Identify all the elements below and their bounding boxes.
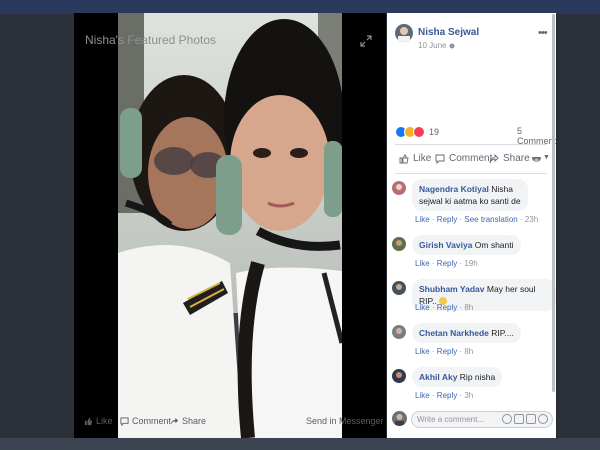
- reactions-summary[interactable]: 19: [395, 126, 439, 138]
- comment-bubble: Girish Vaviya Om shanti: [412, 235, 521, 255]
- user-avatar: [532, 153, 541, 162]
- comment-icon: [120, 416, 129, 426]
- sticker-icon[interactable]: [538, 414, 548, 424]
- composer-icons: [502, 414, 548, 424]
- gif-icon[interactable]: [526, 414, 536, 424]
- comment-like-link[interactable]: Like: [415, 391, 430, 400]
- comment-reply-link[interactable]: Reply: [437, 347, 457, 356]
- comment-bubble: Nagendra Kotiyal Nisha sejwal ki aatma k…: [412, 179, 528, 211]
- comment-meta: Like · Reply · 8h: [415, 347, 474, 356]
- comment-meta: Like · Reply · See translation · 23h: [415, 215, 539, 224]
- share-icon: [489, 153, 499, 163]
- comment-text: Rip nisha: [459, 372, 496, 382]
- comment-button[interactable]: Comment: [435, 153, 492, 164]
- comment-reply-link[interactable]: Reply: [437, 259, 457, 268]
- post-date[interactable]: 10 June: [418, 41, 456, 50]
- commenter-avatar[interactable]: [392, 369, 406, 383]
- camera-icon[interactable]: [514, 414, 524, 424]
- comment-input[interactable]: Write a comment...: [411, 411, 553, 428]
- commenter-avatar[interactable]: [392, 281, 406, 295]
- comment-input-placeholder: Write a comment...: [417, 415, 484, 424]
- comment-icon: [435, 154, 445, 164]
- comment-like-link[interactable]: Like: [415, 347, 430, 356]
- comment-label: Comment: [449, 153, 493, 164]
- comment-reply-link[interactable]: Reply: [437, 303, 457, 312]
- chevron-down-icon: ▼: [543, 154, 550, 161]
- commenter-avatar[interactable]: [392, 181, 406, 195]
- commenter-avatar[interactable]: [392, 325, 406, 339]
- comments-panel: Nisha Sejwal 10 June ••• 19 5 Comments L…: [387, 13, 556, 438]
- commenter-name[interactable]: Nagendra Kotiyal: [419, 184, 489, 194]
- comment-item: Chetan Narkhede RIP.... Like · Reply · 8…: [387, 323, 556, 367]
- comment-item: Girish Vaviya Om shanti Like · Reply · 1…: [387, 235, 556, 279]
- viewer-like-button[interactable]: Like: [84, 416, 113, 426]
- comment-item: Akhil Aky Rip nisha Like · Reply · 3h: [387, 367, 556, 411]
- featured-photo: [118, 13, 342, 438]
- comment-time[interactable]: 19h: [464, 259, 477, 268]
- viewer-like-label: Like: [96, 416, 113, 426]
- comment-meta: Like · Reply · 19h: [415, 259, 478, 268]
- comment-like-link[interactable]: Like: [415, 215, 430, 224]
- viewer-actions-bar: Like Comment Share Send in Messenger: [74, 413, 386, 433]
- divider: [395, 144, 547, 145]
- share-icon: [170, 417, 179, 425]
- comment-text: Om shanti: [474, 240, 514, 250]
- comment-reply-link[interactable]: Reply: [437, 215, 457, 224]
- viewer-title: Nisha's Featured Photos: [85, 33, 217, 47]
- author-avatar[interactable]: [395, 24, 413, 42]
- comment-time[interactable]: 8h: [464, 347, 473, 356]
- viewer-comment-button[interactable]: Comment: [120, 416, 171, 426]
- photo-viewer: Nisha's Featured Photos Like Comment Sha…: [74, 13, 386, 438]
- comments-scrollbar[interactable]: [552, 14, 555, 392]
- emoji-icon[interactable]: [502, 414, 512, 424]
- more-options-icon[interactable]: •••: [538, 27, 548, 39]
- facebook-top-bar: [0, 0, 600, 14]
- viewer-messenger-button[interactable]: Send in Messenger: [306, 416, 384, 426]
- share-label: Share: [503, 153, 530, 164]
- share-button[interactable]: Share: [489, 153, 530, 164]
- comment-meta: Like · Reply · 3h: [415, 391, 474, 400]
- comment-time[interactable]: 23h: [525, 215, 538, 224]
- reaction-count: 19: [429, 127, 440, 137]
- commenter-name[interactable]: Akhil Aky: [419, 372, 457, 382]
- like-label: Like: [413, 153, 432, 164]
- comment-time[interactable]: 3h: [464, 391, 473, 400]
- comment-bubble: Akhil Aky Rip nisha: [412, 367, 503, 387]
- share-as-selector[interactable]: ▼: [532, 153, 550, 162]
- comment-reply-link[interactable]: Reply: [437, 391, 457, 400]
- viewer-comment-label: Comment: [132, 416, 172, 426]
- dimmed-page-right: [557, 14, 600, 438]
- commenter-name[interactable]: Chetan Narkhede: [419, 328, 489, 338]
- divider: [395, 173, 547, 174]
- comment-time[interactable]: 8h: [464, 303, 473, 312]
- see-translation-link[interactable]: See translation: [464, 215, 517, 224]
- viewer-messenger-label: Send in Messenger: [306, 416, 384, 426]
- user-avatar: [392, 411, 407, 426]
- expand-icon[interactable]: [360, 35, 372, 47]
- comment-item: Nagendra Kotiyal Nisha sejwal ki aatma k…: [387, 179, 556, 224]
- comment-like-link[interactable]: Like: [415, 303, 430, 312]
- viewer-share-button[interactable]: Share: [170, 416, 206, 426]
- commenter-avatar[interactable]: [392, 237, 406, 251]
- comment-text: RIP....: [491, 328, 514, 338]
- comment-item: Shubham Yadav May her soul RIP.. Like · …: [387, 279, 556, 323]
- comment-composer: Write a comment...: [387, 407, 556, 438]
- dimmed-page-left: [0, 14, 74, 438]
- post-author-name[interactable]: Nisha Sejwal: [418, 27, 479, 38]
- viewer-share-label: Share: [182, 416, 207, 426]
- thumbs-up-icon: [399, 154, 409, 163]
- commenter-name[interactable]: Shubham Yadav: [419, 284, 485, 294]
- comment-count-link[interactable]: 5 Comments: [517, 126, 556, 146]
- comment-meta: Like · Reply · 8h: [415, 303, 474, 312]
- post-date-text: 10 June: [418, 41, 447, 50]
- comment-like-link[interactable]: Like: [415, 259, 430, 268]
- globe-icon: [449, 42, 456, 49]
- like-button[interactable]: Like: [399, 153, 431, 164]
- comment-bubble: Chetan Narkhede RIP....: [412, 323, 521, 343]
- thumbs-up-icon: [84, 417, 93, 425]
- dimmed-page-bottom: [0, 438, 600, 450]
- commenter-name[interactable]: Girish Vaviya: [419, 240, 472, 250]
- love-reaction-icon: [413, 126, 425, 138]
